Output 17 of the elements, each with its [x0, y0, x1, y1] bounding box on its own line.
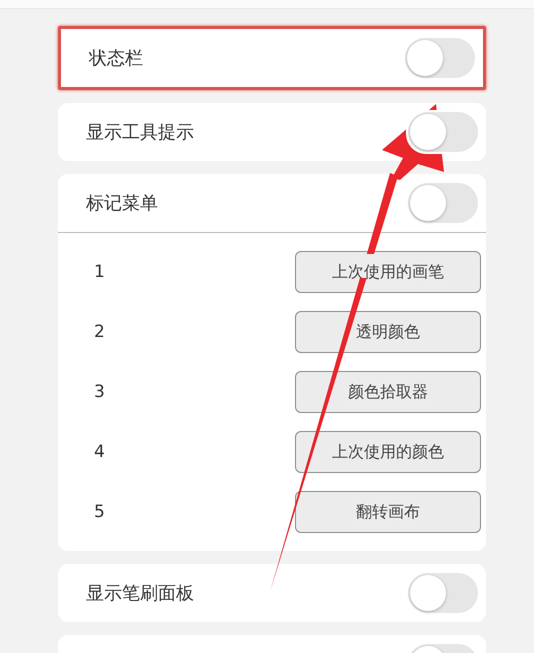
toggle-switch[interactable] [405, 38, 475, 78]
action-button[interactable]: 上次使用的颜色 [295, 431, 481, 473]
toggle-switch[interactable] [408, 183, 478, 223]
slot-number: 2 [94, 322, 105, 342]
slot-number: 3 [94, 382, 105, 402]
action-button[interactable]: 颜色拾取器 [295, 371, 481, 413]
setting-label: 显示工具提示 [86, 121, 194, 144]
setting-label: 状态栏 [89, 47, 143, 70]
setting-label: 标记菜单 [86, 192, 158, 215]
action-button[interactable]: 透明颜色 [295, 311, 481, 353]
slot-number: 5 [94, 502, 105, 522]
slot-number: 4 [94, 442, 105, 462]
toggle-switch[interactable] [408, 573, 478, 613]
action-button[interactable]: 翻转画布 [295, 491, 481, 533]
setting-label: 显示笔刷面板 [86, 582, 194, 605]
slot-number: 1 [94, 262, 105, 282]
action-button[interactable]: 上次使用的画笔 [295, 251, 481, 293]
